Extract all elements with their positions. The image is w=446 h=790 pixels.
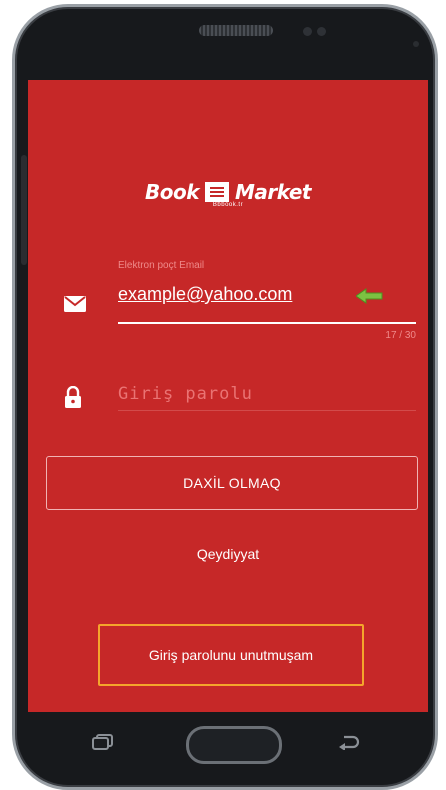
password-field[interactable] — [118, 378, 416, 411]
email-char-counter: 17 / 30 — [385, 330, 416, 341]
logo-text-market: Market — [235, 180, 311, 204]
logo-text-book: Book — [144, 180, 200, 204]
home-button[interactable] — [186, 726, 282, 764]
bookmarket-logo: Book Market Bbbook.tr — [28, 180, 428, 208]
light-sensor — [317, 27, 326, 36]
login-screen: Book Market Bbbook.tr Elektron poçt Emai… — [28, 80, 428, 712]
front-camera — [413, 41, 419, 47]
forgot-password-label: Giriş parolunu unutmuşam — [148, 647, 314, 663]
email-underline — [118, 322, 416, 324]
register-link[interactable]: Qeydiyyat — [28, 546, 428, 562]
login-button[interactable]: DAXİL OLMAQ — [46, 456, 418, 510]
mail-icon — [64, 296, 86, 312]
proximity-sensor — [303, 27, 312, 36]
arrow-left-icon — [356, 288, 383, 304]
speaker-grille — [199, 25, 273, 36]
logo-subtitle: Bbbook.tr — [212, 202, 244, 208]
email-label: Elektron poçt Email — [118, 260, 205, 271]
volume-button — [21, 155, 27, 265]
forgot-password-button[interactable]: Giriş parolunu unutmuşam — [98, 624, 364, 686]
login-button-label: DAXİL OLMAQ — [183, 475, 281, 491]
lock-icon — [65, 386, 81, 408]
back-icon[interactable] — [338, 734, 360, 750]
email-field[interactable]: example@yahoo.com — [118, 284, 292, 305]
recent-apps-icon[interactable] — [92, 734, 114, 750]
logo-book-icon — [205, 182, 230, 202]
